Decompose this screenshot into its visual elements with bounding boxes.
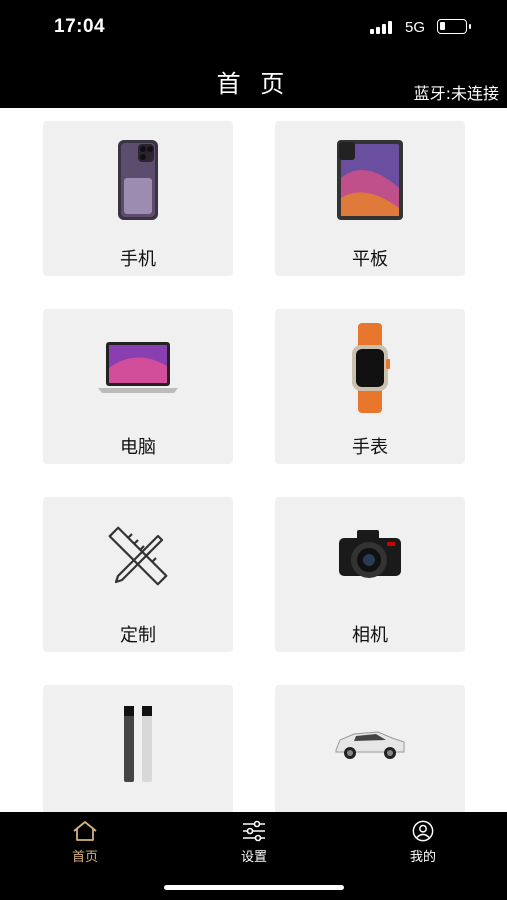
category-card-camera[interactable]: 相机 [275, 497, 465, 652]
watch-icon [275, 323, 465, 413]
car-icon [275, 699, 465, 789]
tablet-icon [275, 135, 465, 225]
category-card-phone[interactable]: 手机 [43, 121, 233, 276]
category-card-tablet[interactable]: 平板 [275, 121, 465, 276]
category-card-vape[interactable] [43, 685, 233, 812]
signal-icon [370, 20, 398, 34]
network-type: 5G [405, 19, 426, 36]
tab-profile[interactable]: 我的 [383, 820, 463, 865]
laptop-icon [43, 323, 233, 413]
status-time: 17:04 [54, 16, 106, 37]
home-icon [73, 821, 97, 841]
ruler-pencil-icon [43, 511, 233, 601]
navigation-bar: 首 页 蓝牙:未连接 [0, 56, 507, 108]
smartphone-icon [43, 135, 233, 225]
category-grid: 手机 平板 电脑 手表 定制 相机 [0, 108, 507, 812]
category-card-laptop[interactable]: 电脑 [43, 309, 233, 464]
tab-home[interactable]: 首页 [45, 820, 125, 865]
category-card-custom[interactable]: 定制 [43, 497, 233, 652]
status-bar: 17:04 5G [0, 0, 507, 56]
tab-label: 我的 [409, 850, 436, 865]
tab-settings[interactable]: 设置 [214, 820, 294, 865]
tab-label: 首页 [71, 850, 98, 865]
category-label: 电脑 [120, 437, 156, 458]
category-card-watch[interactable]: 手表 [275, 309, 465, 464]
category-label: 手机 [120, 249, 156, 270]
user-icon [412, 820, 434, 842]
bluetooth-status[interactable]: 蓝牙:未连接 [414, 80, 499, 104]
sliders-icon [243, 820, 265, 842]
home-indicator [164, 885, 344, 890]
category-label: 手表 [352, 437, 388, 458]
tab-label: 设置 [240, 850, 267, 865]
category-card-car[interactable] [275, 685, 465, 812]
category-label: 相机 [352, 625, 388, 646]
category-label: 平板 [352, 249, 388, 270]
camera-icon [275, 511, 465, 601]
category-label: 定制 [120, 625, 156, 646]
battery-icon [437, 19, 471, 34]
vape-pen-icon [43, 699, 233, 789]
